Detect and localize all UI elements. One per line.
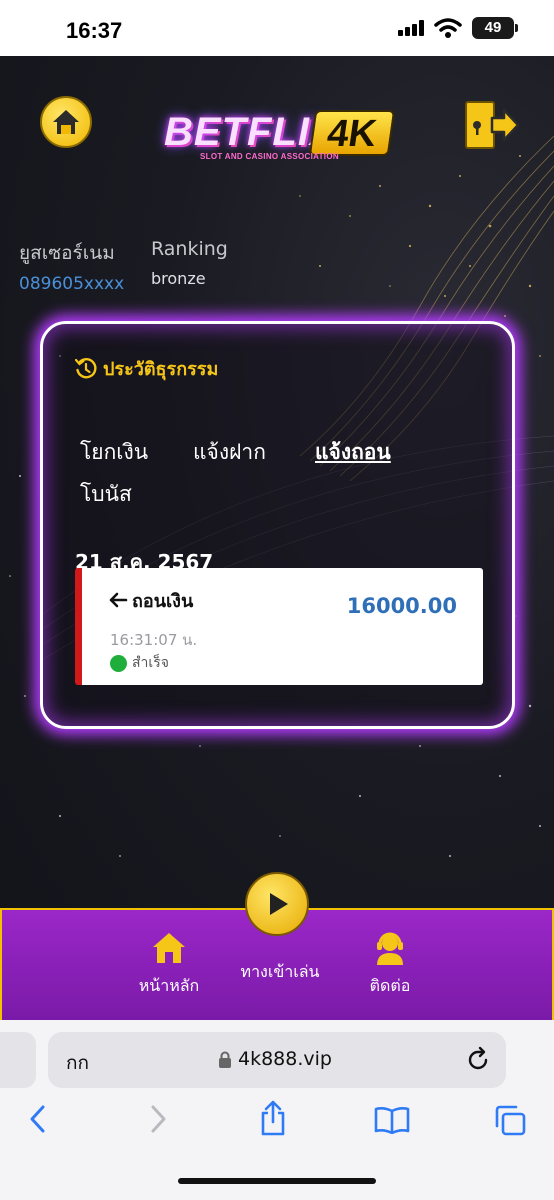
history-title-text: ประวัติธุรกรรม	[103, 359, 219, 380]
home-icon	[53, 110, 79, 134]
home-button[interactable]	[40, 96, 92, 148]
ranking-label: Ranking	[151, 238, 228, 260]
arrow-left-icon	[109, 592, 128, 608]
nav-play-label[interactable]: ทางเข้าเล่น	[232, 960, 328, 985]
nav-contact-label: ติดต่อ	[369, 976, 411, 995]
app-screen: BETFLIX 4K SLOT AND CASINO ASSOCIATION ย…	[0, 56, 554, 1020]
username-label: ยูสเซอร์เนม	[19, 242, 115, 264]
share-icon[interactable]	[258, 1100, 288, 1136]
nav-home-label: หน้าหลัก	[138, 976, 200, 995]
transaction-status-label: สำเร็จ	[132, 655, 169, 671]
home-icon	[153, 933, 185, 963]
logo-4k-badge: 4K	[308, 110, 396, 156]
logo-tagline: SLOT AND CASINO ASSOCIATION	[200, 152, 339, 161]
nav-contact[interactable]: ติดต่อ	[358, 930, 422, 999]
success-status-icon	[110, 654, 127, 672]
status-time: 16:37	[66, 18, 123, 43]
cellular-signal-icon	[398, 20, 424, 36]
customer-support-icon	[377, 932, 403, 965]
ranking-value: bronze	[151, 269, 206, 288]
play-icon	[270, 893, 288, 915]
forward-icon[interactable]	[148, 1104, 168, 1134]
transaction-history-card: ประวัติธุรกรรม โยกเงิน แจ้งฝาก แจ้งถอน โ…	[40, 321, 515, 729]
reload-icon[interactable]	[466, 1046, 490, 1072]
reader-settings-button[interactable]: กก	[66, 1048, 89, 1078]
back-icon[interactable]	[28, 1104, 48, 1134]
betflix-logo: BETFLIX 4K SLOT AND CASINO ASSOCIATION	[160, 108, 396, 164]
home-indicator	[178, 1178, 376, 1184]
browser-chrome: กก 4k888.vip	[0, 1020, 554, 1200]
tab-withdraw[interactable]: แจ้งถอน	[315, 436, 391, 469]
previous-tab[interactable]	[0, 1032, 36, 1088]
history-title: ประวัติธุรกรรม	[75, 354, 218, 383]
transaction-time: 16:31:07 น.	[110, 631, 198, 649]
history-clock-icon	[75, 357, 97, 378]
url-display[interactable]: 4k888.vip	[218, 1048, 332, 1070]
username-value: 089605xxxx	[19, 274, 125, 294]
bookmarks-icon[interactable]	[374, 1106, 410, 1134]
wifi-icon	[434, 18, 462, 38]
nav-home[interactable]: หน้าหลัก	[136, 930, 202, 999]
tab-deposit[interactable]: แจ้งฝาก	[193, 436, 266, 469]
battery-icon: 49	[472, 17, 518, 39]
address-bar[interactable]: กก 4k888.vip	[48, 1032, 506, 1088]
logout-icon[interactable]	[464, 100, 520, 150]
play-button[interactable]	[245, 872, 309, 936]
url-text: 4k888.vip	[238, 1048, 332, 1070]
transaction-status: สำเร็จ	[110, 652, 169, 674]
tab-transfer[interactable]: โยกเงิน	[80, 436, 148, 469]
tab-bonus[interactable]: โบนัส	[80, 478, 132, 511]
transaction-type-label: ถอนเงิน	[132, 591, 194, 612]
transaction-type: ถอนเงิน	[108, 586, 193, 615]
status-bar: 16:37 49	[0, 0, 554, 56]
lock-icon	[219, 1051, 231, 1068]
transaction-amount: 16000.00	[346, 594, 457, 618]
tabs-icon[interactable]	[493, 1104, 527, 1136]
transaction-item[interactable]: ถอนเงิน 16000.00 16:31:07 น. สำเร็จ	[75, 568, 483, 685]
